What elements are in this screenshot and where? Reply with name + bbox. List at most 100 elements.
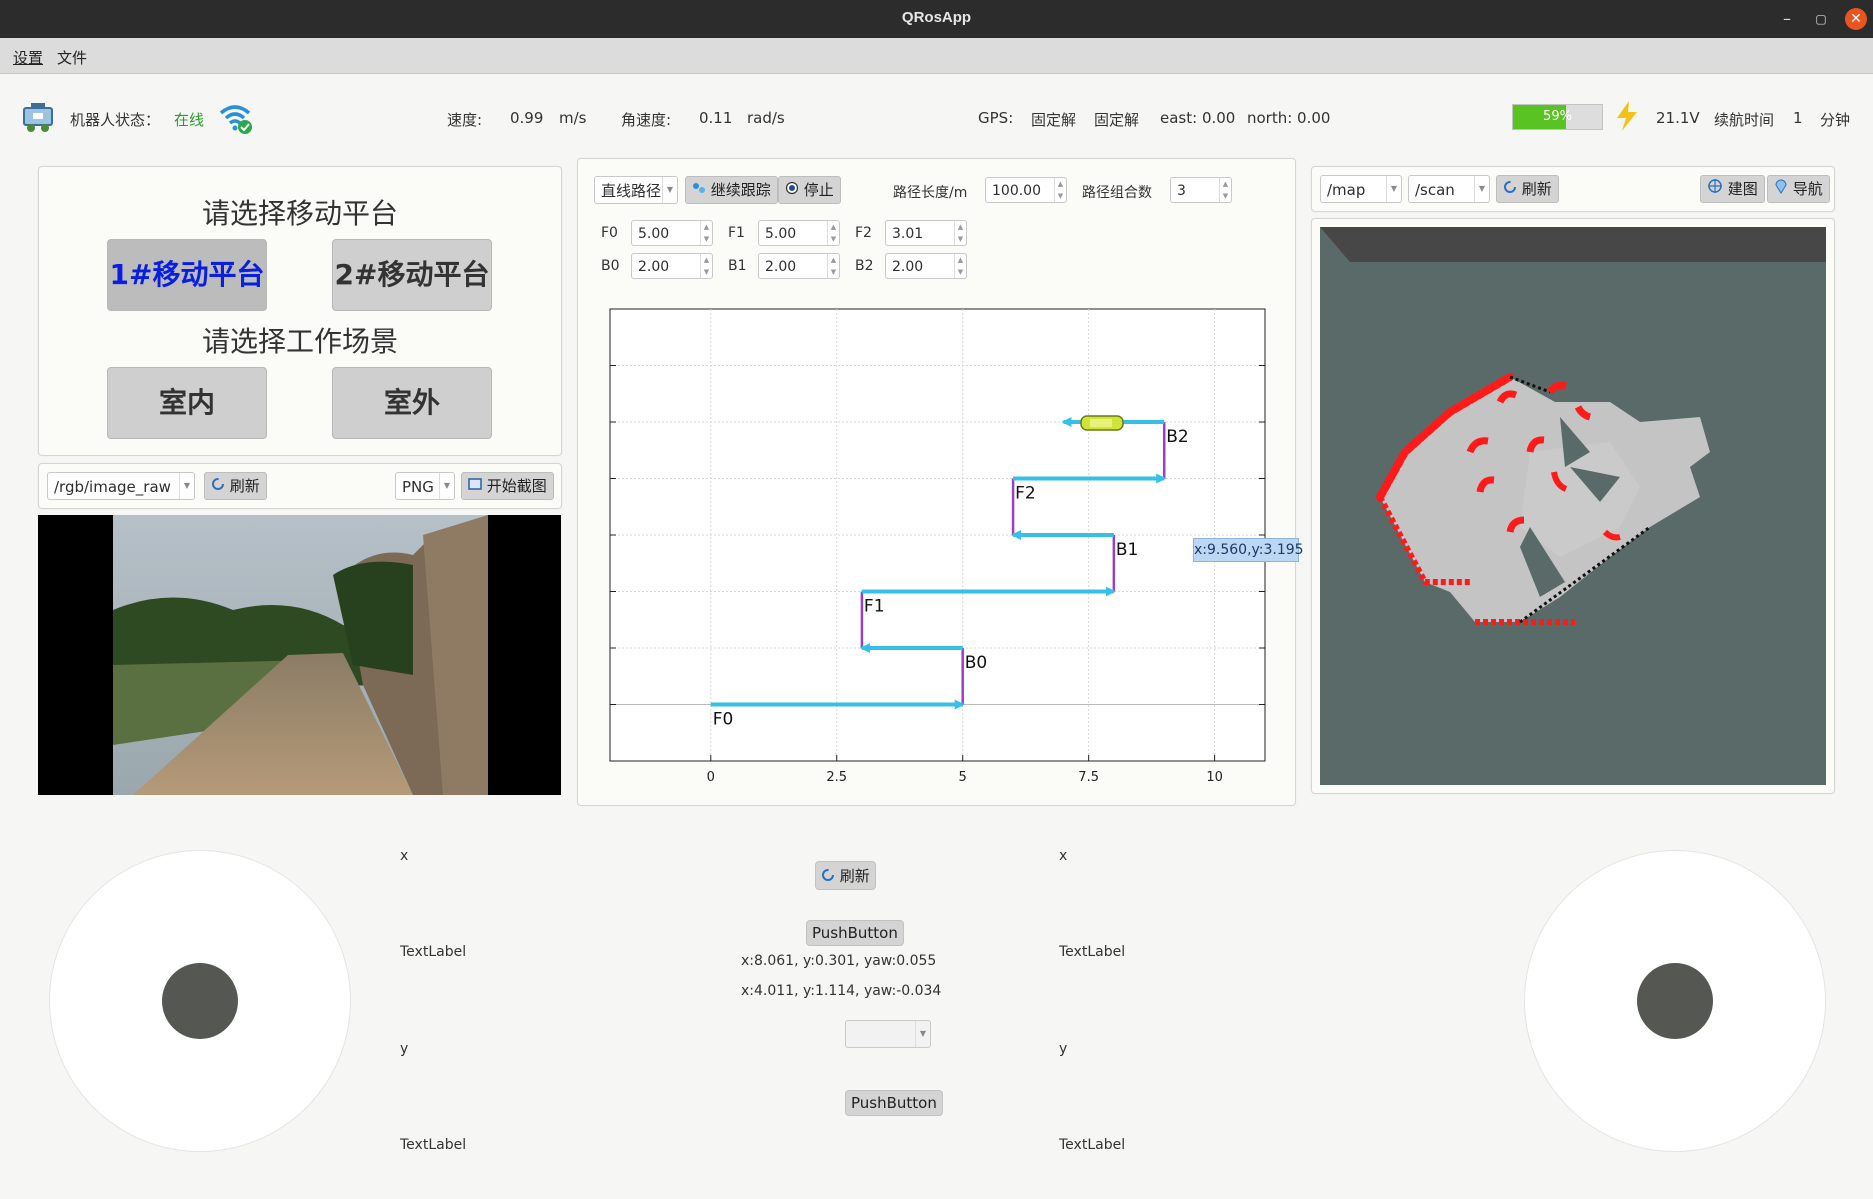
- speed-unit: m/s: [559, 109, 587, 127]
- map-topic-select[interactable]: /map ▼: [1320, 175, 1402, 203]
- scan-topic-select[interactable]: /scan ▼: [1408, 175, 1490, 203]
- bottom-select[interactable]: ▼: [845, 1020, 931, 1048]
- right-joystick[interactable]: [1524, 850, 1826, 1152]
- indoor-button[interactable]: 室内: [107, 367, 267, 439]
- segment-label-f0: F0: [713, 710, 734, 730]
- segment-label-b0: B0: [965, 653, 987, 673]
- chevron-down-icon: ▼: [1474, 176, 1489, 202]
- pose-refresh-button[interactable]: 刷新: [815, 861, 876, 890]
- camera-photo: [113, 515, 488, 795]
- push-button-2[interactable]: PushButton: [845, 1090, 943, 1116]
- target-icon: [1707, 176, 1723, 203]
- pose-refresh-label: 刷新: [839, 867, 870, 885]
- angular-speed-label: 角速度:: [621, 111, 672, 129]
- minimize-icon[interactable]: –: [1776, 8, 1798, 30]
- platform-title: 请选择移动平台: [201, 197, 398, 230]
- battery-bar: 59%: [1512, 104, 1603, 130]
- menu-settings[interactable]: 设置: [13, 47, 43, 68]
- gps-status-1: 固定解: [1031, 111, 1077, 129]
- x-tick-label: 0: [707, 770, 715, 785]
- cursor-readout: x:9.560,y:3.195: [1193, 538, 1304, 562]
- gps-east: east: 0.00: [1160, 109, 1236, 127]
- gps-north: north: 0.00: [1247, 109, 1331, 127]
- segment-label-f2: F2: [1015, 484, 1036, 504]
- camera-topic-value: /rgb/image_raw: [54, 478, 171, 496]
- robot-icon: [21, 101, 55, 137]
- robot-state-value: 在线: [174, 111, 205, 129]
- chevron-down-icon: ▼: [439, 473, 454, 499]
- map-refresh-label: 刷新: [1521, 180, 1552, 198]
- close-icon[interactable]: ✕: [1845, 8, 1867, 30]
- gps-label: GPS:: [978, 109, 1014, 127]
- left-y-label: y: [400, 1041, 409, 1057]
- robot-state-label: 机器人状态：: [70, 111, 161, 129]
- voltage-value: 21.1V: [1656, 109, 1700, 127]
- platform-1-button[interactable]: 1#移动平台: [107, 239, 267, 311]
- chevron-down-icon: ▼: [1386, 176, 1401, 202]
- speed-value: 0.99: [510, 109, 544, 127]
- robot-car-icon: [1080, 415, 1124, 431]
- push-button-1[interactable]: PushButton: [806, 920, 904, 946]
- battery-percent: 59%: [1543, 109, 1572, 124]
- platform-panel: 请选择移动平台 1#移动平台 2#移动平台 请选择工作场景 室内 室外: [38, 166, 562, 456]
- wifi-icon: [219, 103, 255, 139]
- endurance-label: 续航时间: [1714, 111, 1775, 129]
- segment-label-b1: B1: [1116, 540, 1138, 560]
- chevron-down-icon: ▼: [179, 473, 194, 499]
- left-joystick[interactable]: [49, 850, 351, 1152]
- outdoor-button[interactable]: 室外: [332, 367, 492, 439]
- camera-toolbar: /rgb/image_raw ▼ 刷新 PNG ▼ 开始截图: [38, 463, 562, 509]
- x-tick-label: 7.5: [1078, 770, 1099, 785]
- right-text-label-2: TextLabel: [1059, 1137, 1126, 1153]
- left-joystick-knob[interactable]: [162, 963, 238, 1039]
- navigate-label: 导航: [1792, 180, 1823, 198]
- location-pin-icon: [1774, 176, 1788, 203]
- camera-refresh-label: 刷新: [229, 477, 260, 495]
- format-select[interactable]: PNG ▼: [395, 472, 455, 500]
- pose-readout-2: x:4.011, y:1.114, yaw:-0.034: [741, 983, 942, 999]
- screenshot-icon: [468, 473, 482, 500]
- speed-label: 速度:: [447, 111, 483, 129]
- camera-topic-select[interactable]: /rgb/image_raw ▼: [47, 472, 195, 500]
- map-view-frame: [1311, 218, 1835, 794]
- maximize-icon[interactable]: ▢: [1810, 8, 1832, 30]
- camera-refresh-button[interactable]: 刷新: [204, 472, 267, 500]
- left-text-label-2: TextLabel: [400, 1137, 467, 1153]
- menu-bar: 设置 文件: [0, 38, 1873, 74]
- screenshot-button[interactable]: 开始截图: [461, 472, 554, 500]
- refresh-icon: [1503, 176, 1517, 203]
- menu-file[interactable]: 文件: [57, 47, 87, 68]
- navigate-button[interactable]: 导航: [1767, 175, 1830, 203]
- right-text-label-1: TextLabel: [1059, 944, 1126, 960]
- x-tick-label: 5: [959, 770, 967, 785]
- angular-speed-unit: rad/s: [747, 109, 785, 127]
- map-toolbar: /map ▼ /scan ▼ 刷新 建图 导航: [1311, 166, 1835, 212]
- endurance-unit: 分钟: [1820, 111, 1851, 129]
- camera-image: [38, 515, 561, 795]
- scan-topic-value: /scan: [1415, 181, 1455, 199]
- window-title: QRosApp: [901, 9, 972, 26]
- window-titlebar: QRosApp – ▢ ✕: [0, 0, 1873, 38]
- refresh-icon: [211, 473, 225, 500]
- segment-label-f1: F1: [864, 597, 885, 617]
- x-tick-label: 2.5: [826, 770, 847, 785]
- left-x-label: x: [400, 848, 409, 864]
- path-plot[interactable]: 0 2.5 5 7.5 10 F0 B0 F1 B1 F2 B2: [578, 159, 1295, 805]
- occupancy-map[interactable]: [1320, 227, 1826, 785]
- build-map-label: 建图: [1727, 180, 1758, 198]
- endurance-value: 1: [1793, 109, 1803, 127]
- left-text-label-1: TextLabel: [400, 944, 467, 960]
- lightning-icon: [1614, 100, 1640, 136]
- platform-2-button[interactable]: 2#移动平台: [332, 239, 492, 311]
- angular-speed-value: 0.11: [699, 109, 733, 127]
- x-tick-label: 10: [1206, 770, 1223, 785]
- path-panel: 直线路径 ▼ 继续跟踪 停止 路径长度/m 100.00 ▲ ▼ 路径组合数 3 …: [577, 158, 1296, 806]
- build-map-button[interactable]: 建图: [1700, 175, 1765, 203]
- map-topic-value: /map: [1327, 181, 1366, 199]
- right-x-label: x: [1059, 848, 1068, 864]
- right-y-label: y: [1059, 1041, 1068, 1057]
- map-refresh-button[interactable]: 刷新: [1496, 175, 1559, 203]
- right-joystick-knob[interactable]: [1637, 963, 1713, 1039]
- pose-readout-1: x:8.061, y:0.301, yaw:0.055: [741, 953, 937, 969]
- segment-label-b2: B2: [1166, 427, 1188, 447]
